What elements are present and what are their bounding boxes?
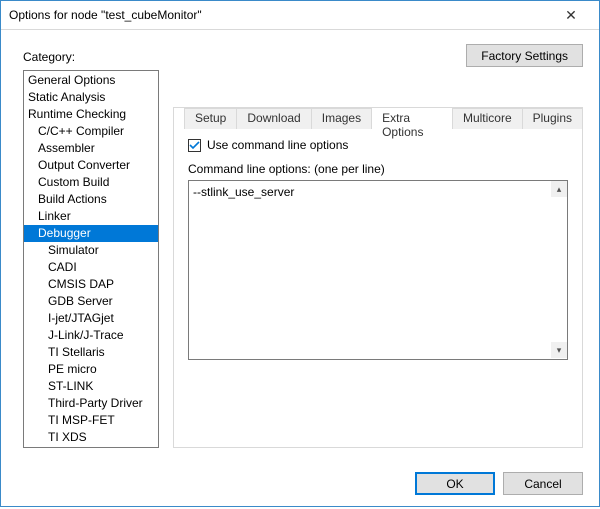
category-item[interactable]: C/C++ Compiler <box>24 123 158 140</box>
category-item[interactable]: Runtime Checking <box>24 106 158 123</box>
category-item[interactable]: TI MSP-FET <box>24 412 158 429</box>
main-row: Category: General OptionsStatic Analysis… <box>23 50 583 448</box>
category-item[interactable]: PE micro <box>24 361 158 378</box>
category-item[interactable]: TI XDS <box>24 429 158 446</box>
category-item[interactable]: J-Link/J-Trace <box>24 327 158 344</box>
category-item[interactable]: Assembler <box>24 140 158 157</box>
factory-row: Factory Settings <box>173 44 583 67</box>
category-item[interactable]: Build Actions <box>24 191 158 208</box>
titlebar: Options for node "test_cubeMonitor" ✕ <box>1 1 599 30</box>
category-item[interactable]: GDB Server <box>24 293 158 310</box>
dialog-footer: OK Cancel <box>1 458 599 509</box>
scroll-down-icon[interactable]: ▾ <box>551 342 567 358</box>
close-icon[interactable]: ✕ <box>551 1 591 29</box>
category-list[interactable]: General OptionsStatic AnalysisRuntime Ch… <box>23 70 159 448</box>
dialog-window: Options for node "test_cubeMonitor" ✕ Ca… <box>0 0 600 507</box>
cmd-options-textarea[interactable] <box>188 180 568 360</box>
use-cmd-label: Use command line options <box>207 138 348 152</box>
category-item[interactable]: Third-Party Driver <box>24 395 158 412</box>
cmd-textarea-wrap: ▴ ▾ <box>188 180 568 363</box>
category-item[interactable]: CMSIS DAP <box>24 276 158 293</box>
tab[interactable]: Images <box>311 108 372 129</box>
settings-column: Factory Settings SetupDownloadImagesExtr… <box>173 50 583 448</box>
use-cmd-checkbox[interactable] <box>188 139 201 152</box>
cancel-button[interactable]: Cancel <box>503 472 583 495</box>
tab[interactable]: Extra Options <box>371 107 453 128</box>
category-item[interactable]: General Options <box>24 72 158 89</box>
content-area: Category: General OptionsStatic Analysis… <box>1 30 599 458</box>
category-item[interactable]: Linker <box>24 208 158 225</box>
category-column: Category: General OptionsStatic Analysis… <box>23 50 159 448</box>
ok-button[interactable]: OK <box>415 472 495 495</box>
use-cmd-row: Use command line options <box>188 138 568 152</box>
tab[interactable]: Setup <box>184 108 237 129</box>
tab[interactable]: Multicore <box>452 108 523 129</box>
category-item[interactable]: Custom Build <box>24 174 158 191</box>
tab[interactable]: Plugins <box>522 108 583 129</box>
category-item[interactable]: Debugger <box>24 225 158 242</box>
window-title: Options for node "test_cubeMonitor" <box>9 8 551 22</box>
factory-settings-button[interactable]: Factory Settings <box>466 44 583 67</box>
category-item[interactable]: ST-LINK <box>24 378 158 395</box>
category-item[interactable]: Output Converter <box>24 157 158 174</box>
category-item[interactable]: Simulator <box>24 242 158 259</box>
category-item[interactable]: TI Stellaris <box>24 344 158 361</box>
category-item[interactable]: I-jet/JTAGjet <box>24 310 158 327</box>
category-item[interactable]: CADI <box>24 259 158 276</box>
tab-strip: SetupDownloadImagesExtra OptionsMulticor… <box>184 107 582 128</box>
panel-body: Use command line options Command line op… <box>188 108 568 363</box>
tab[interactable]: Download <box>236 108 311 129</box>
cmd-options-label: Command line options: (one per line) <box>188 162 568 176</box>
scroll-up-icon[interactable]: ▴ <box>551 181 567 197</box>
category-label: Category: <box>23 50 159 64</box>
settings-panel: SetupDownloadImagesExtra OptionsMulticor… <box>173 107 583 448</box>
category-item[interactable]: Static Analysis <box>24 89 158 106</box>
check-icon <box>189 140 200 151</box>
